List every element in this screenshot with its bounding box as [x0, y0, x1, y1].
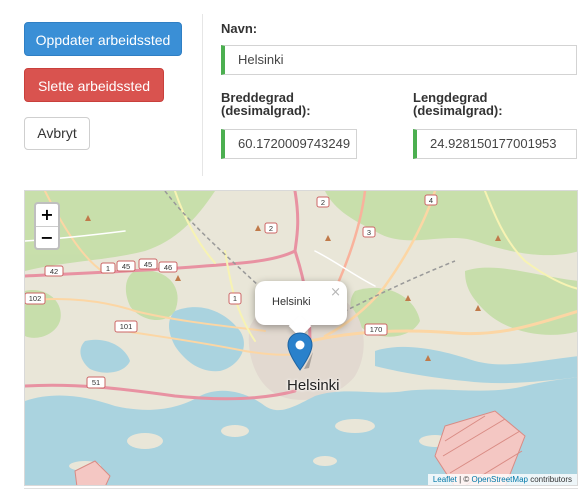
svg-text:51: 51: [92, 378, 100, 387]
popup-close-icon[interactable]: ×: [330, 285, 341, 300]
delete-workplace-button[interactable]: Slette arbeidssted: [24, 68, 164, 102]
svg-text:2: 2: [269, 224, 273, 233]
road-shield: 42: [44, 265, 64, 277]
name-label: Navn:: [221, 21, 258, 36]
svg-text:46: 46: [164, 263, 172, 272]
svg-text:45: 45: [144, 260, 152, 269]
svg-text:45: 45: [122, 262, 130, 271]
zoom-in-button[interactable]: +: [36, 204, 58, 226]
longitude-label: Lengdegrad (desimalgrad):: [413, 91, 503, 117]
zoom-control: + −: [34, 202, 60, 250]
name-input[interactable]: Helsinki: [221, 45, 577, 75]
latitude-label-line2: (desimalgrad):: [221, 103, 311, 118]
road-shield: 101: [114, 320, 138, 333]
popup-text: Helsinki: [272, 296, 311, 308]
road-shield: 51: [86, 376, 106, 389]
location-pin-icon[interactable]: [287, 332, 313, 372]
svg-text:101: 101: [120, 322, 133, 331]
map-attribution: Leaflet | © OpenStreetMap contributors: [427, 474, 577, 485]
road-shield: 2: [264, 222, 278, 234]
map-view[interactable]: 42 1 45 45 46 102 101 51 1 170 2 2 3 4 +…: [24, 190, 578, 486]
leaflet-link[interactable]: Leaflet: [433, 475, 457, 484]
road-shield: 1: [228, 292, 242, 305]
map-popup: Helsinki ×: [255, 281, 347, 325]
svg-text:102: 102: [29, 294, 42, 303]
zoom-out-button[interactable]: −: [36, 226, 58, 248]
latitude-label: Breddegrad (desimalgrad):: [221, 91, 311, 117]
road-shield: 170: [364, 323, 388, 336]
svg-text:42: 42: [50, 267, 58, 276]
svg-text:170: 170: [370, 325, 383, 334]
road-shield: 45: [138, 258, 158, 270]
cancel-button[interactable]: Avbryt: [24, 117, 90, 150]
vertical-divider: [202, 14, 203, 176]
bottom-divider: [24, 488, 578, 489]
attribution-separator: | ©: [456, 475, 472, 484]
road-shield: 46: [158, 261, 178, 273]
svg-text:3: 3: [367, 228, 371, 237]
svg-text:1: 1: [233, 294, 237, 303]
road-shield: 102: [25, 292, 46, 305]
svg-text:4: 4: [429, 196, 433, 205]
road-shield: 3: [362, 226, 376, 238]
attribution-suffix: contributors: [527, 475, 572, 484]
longitude-label-line2: (desimalgrad):: [413, 103, 503, 118]
road-shield: 4: [424, 194, 438, 206]
osm-link[interactable]: OpenStreetMap: [471, 475, 527, 484]
road-shield: 1: [100, 262, 116, 274]
longitude-input[interactable]: 24.928150177001953: [413, 129, 577, 159]
road-shield: 45: [116, 260, 136, 272]
update-workplace-button[interactable]: Oppdater arbeidssted: [24, 22, 182, 56]
svg-text:1: 1: [106, 264, 110, 273]
road-shield: 2: [316, 196, 330, 208]
map-city-label: Helsinki: [287, 377, 340, 394]
svg-text:2: 2: [321, 198, 325, 207]
latitude-input[interactable]: 60.1720009743249: [221, 129, 357, 159]
